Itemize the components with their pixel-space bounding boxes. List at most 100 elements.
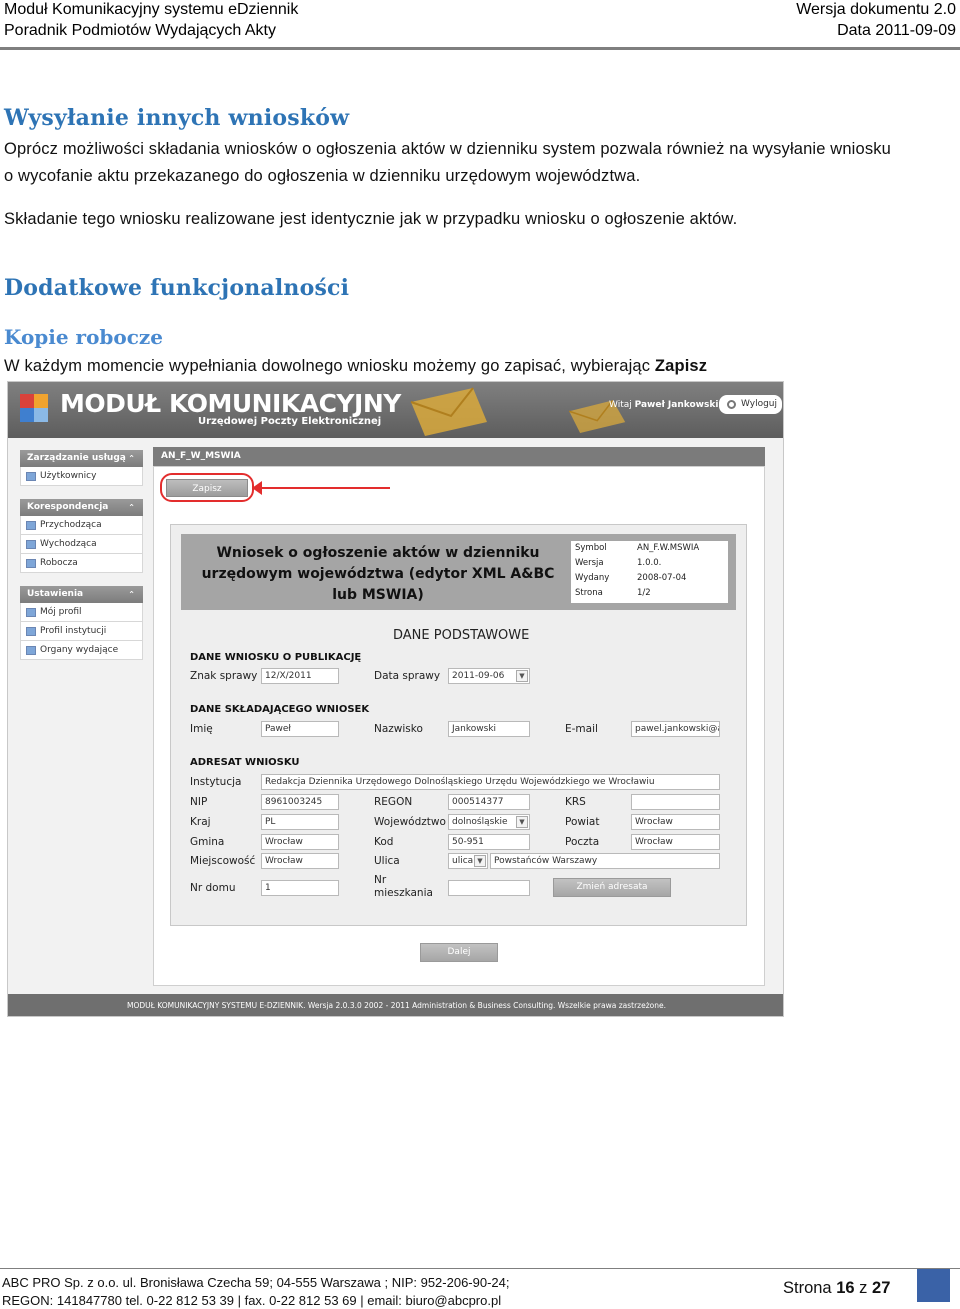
paragraph-identical: Składanie tego wniosku realizowane jest …: [4, 210, 738, 228]
paragraph-sending: Oprócz możliwości składania wniosków o o…: [4, 136, 959, 190]
meta-version-label: Wersja: [575, 558, 604, 568]
chevron-down-icon: ▼: [516, 816, 528, 828]
first-name-field[interactable]: Paweł: [261, 721, 339, 737]
highlight-arrow-line: [254, 487, 390, 489]
case-date-label: Data sprawy: [374, 670, 441, 682]
last-name-field[interactable]: Jankowski: [448, 721, 530, 737]
page-word: Strona: [783, 1279, 832, 1297]
sidebar-group-correspondence[interactable]: Korespondencja ⌃: [20, 499, 143, 516]
sidebar-item-my-profile[interactable]: Mój profil: [20, 603, 143, 622]
profile-icon: [26, 608, 36, 617]
street-label: Ulica: [374, 855, 400, 867]
sidebar-group-label: Korespondencja: [27, 502, 109, 512]
street-field[interactable]: Powstańców Warszawy: [490, 853, 720, 869]
county-label: Powiat: [565, 816, 600, 828]
house-number-field[interactable]: 1: [261, 880, 339, 896]
sidebar-item-issuing-bodies[interactable]: Organy wydające: [20, 641, 143, 660]
voivodeship-select[interactable]: dolnośląskie ▼: [448, 814, 530, 830]
case-number-label: Znak sprawy: [190, 670, 258, 682]
power-icon: [727, 400, 736, 409]
drafts-icon: [26, 559, 36, 568]
form-meta: Symbol AN_F.W.MSWIA Wersja 1.0.0. Wydany…: [571, 541, 728, 603]
envelope-icon: [568, 399, 626, 433]
envelope-icon: [410, 387, 487, 436]
paragraph-line: Oprócz możliwości składania wniosków o o…: [4, 140, 891, 158]
meta-version-value: 1.0.0.: [637, 558, 662, 568]
flat-number-label-line: Nr: [374, 874, 387, 886]
country-label: Kraj: [190, 816, 211, 828]
meta-symbol-value: AN_F.W.MSWIA: [637, 543, 700, 553]
flat-number-label: Nr mieszkania: [374, 874, 433, 900]
nip-field[interactable]: 8961003245: [261, 794, 339, 810]
sidebar-item-label: Użytkownicy: [40, 471, 97, 481]
email-field[interactable]: pawel.jankowski@a: [631, 721, 720, 737]
chevron-up-icon: ⌃: [128, 454, 135, 463]
header-module-name: Moduł Komunikacyjny systemu eDziennik: [4, 1, 299, 18]
house-number-label: Nr domu: [190, 882, 236, 894]
institution-field[interactable]: Redakcja Dziennika Urzędowego Dolnośląsk…: [261, 774, 720, 790]
sidebar-item-users[interactable]: Użytkownicy: [20, 467, 143, 486]
highlight-arrow-head: [252, 481, 262, 495]
regon-label: REGON: [374, 796, 413, 808]
sidebar-item-incoming[interactable]: Przychodząca: [20, 516, 143, 535]
post-office-field[interactable]: Wrocław: [631, 834, 720, 850]
flat-number-field[interactable]: [448, 880, 530, 896]
app-banner: MODUŁ KOMUNIKACYJNY Urzędowej Poczty Ele…: [8, 382, 783, 438]
commune-field[interactable]: Wrocław: [261, 834, 339, 850]
logout-button[interactable]: Wyloguj: [719, 395, 782, 414]
next-button[interactable]: Dalej: [420, 943, 498, 962]
app-screenshot: MODUŁ KOMUNIKACYJNY Urzędowej Poczty Ele…: [7, 381, 784, 1017]
group-publication: DANE WNIOSKU O PUBLIKACJĘ: [190, 652, 362, 663]
paragraph-drafts: W każdym momencie wypełniania dowolnego …: [4, 353, 959, 380]
meta-page-label: Strona: [575, 588, 603, 598]
meta-issued-value: 2008-07-04: [637, 573, 687, 583]
page-of: z: [859, 1279, 868, 1297]
welcome-prefix: Witaj: [609, 400, 635, 410]
footer-color-block: [917, 1269, 950, 1302]
case-number-field[interactable]: 12/X/2011: [261, 668, 339, 684]
sidebar-item-institution-profile[interactable]: Profil instytucji: [20, 622, 143, 641]
case-date-field[interactable]: 2011-09-06 ▼: [448, 668, 530, 684]
welcome-user: Paweł Jankowski: [634, 400, 719, 410]
sidebar-item-label: Wychodząca: [40, 539, 97, 549]
subsection-title-drafts: Kopie robocze: [4, 325, 164, 349]
highlight-oval: [160, 473, 254, 502]
header-left: Moduł Komunikacyjny systemu eDziennik Po…: [4, 0, 298, 41]
regon-field[interactable]: 000514377: [448, 794, 530, 810]
document-footer: ABC PRO Sp. z o.o. ul. Bronisława Czecha…: [0, 1268, 960, 1309]
sidebar-group-settings[interactable]: Ustawienia ⌃: [20, 586, 143, 603]
country-field[interactable]: PL: [261, 814, 339, 830]
sidebar-group-service[interactable]: Zarządzanie usługą ⌃: [20, 450, 143, 467]
section-title-additional: Dodatkowe funkcjonalności: [4, 275, 350, 301]
street-type-value: ulica: [452, 856, 474, 866]
header-version: Wersja dokumentu 2.0: [796, 1, 956, 18]
section-title-sending: Wysyłanie innych wniosków: [4, 105, 350, 131]
group-applicant: DANE SKŁADAJĄCEGO WNIOSEK: [190, 704, 370, 715]
sidebar-item-label: Profil instytucji: [40, 626, 107, 636]
change-addressee-button[interactable]: Zmień adresata: [553, 878, 671, 897]
app-brand: MODUŁ KOMUNIKACYJNY: [60, 389, 401, 418]
zip-field[interactable]: 50-951: [448, 834, 530, 850]
sidebar-item-drafts[interactable]: Robocza: [20, 554, 143, 573]
institution-icon: [26, 627, 36, 636]
page-total: 27: [872, 1279, 891, 1297]
users-icon: [26, 472, 36, 481]
city-field[interactable]: Wrocław: [261, 853, 339, 869]
header-right: Wersja dokumentu 2.0 Data 2011-09-09: [796, 0, 956, 41]
paragraph-line: o wycofanie aktu przekazanego do ogłosze…: [4, 167, 641, 185]
app-footer: MODUŁ KOMUNIKACYJNY SYSTEMU E-DZIENNIK. …: [8, 994, 783, 1016]
street-type-select[interactable]: ulica ▼: [448, 853, 488, 869]
post-office-label: Poczta: [565, 836, 600, 848]
flat-number-label-line: mieszkania: [374, 887, 433, 899]
krs-label: KRS: [565, 796, 586, 808]
sidebar-item-outgoing[interactable]: Wychodząca: [20, 535, 143, 554]
sidebar-item-label: Robocza: [40, 558, 78, 568]
chevron-up-icon: ⌃: [128, 503, 135, 512]
krs-field[interactable]: [631, 794, 720, 810]
county-field[interactable]: Wrocław: [631, 814, 720, 830]
paragraph-bold-save: Zapisz: [654, 357, 708, 375]
city-label: Miejscowość: [190, 855, 256, 867]
institution-label: Instytucja: [190, 776, 242, 788]
case-date-value: 2011-09-06: [452, 671, 505, 681]
form-section-title: DANE PODSTAWOWE: [393, 628, 530, 643]
